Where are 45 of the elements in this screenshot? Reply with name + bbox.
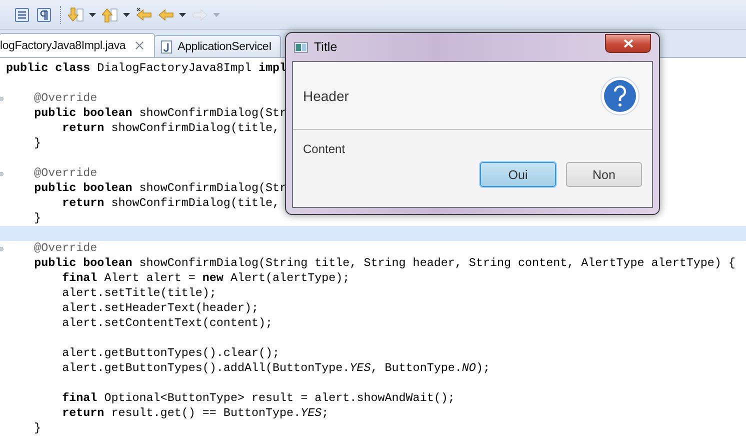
fold-icon[interactable] <box>0 170 5 178</box>
code-line: public class DialogFactoryJava8Impl impl <box>6 61 287 76</box>
code-line: final Alert alert = new Alert(alertType); <box>61 271 350 286</box>
content-text: Content <box>303 142 346 156</box>
left-arrow-icon[interactable] <box>136 6 152 22</box>
code-line: @Override <box>33 166 98 181</box>
code-line: alert.setContentText(content); <box>61 316 273 331</box>
window-icon <box>294 42 308 52</box>
back-arrow-icon[interactable] <box>158 6 174 22</box>
pilcrow-icon[interactable] <box>36 6 52 22</box>
editor-tab[interactable]: logFactoryJava8Impl.java <box>0 33 155 57</box>
code-line: public boolean showConfirmDialog(Str <box>33 181 287 196</box>
editor-tab[interactable]: ApplicationServiceI <box>154 35 281 57</box>
dropdown-caret-icon[interactable] <box>89 12 96 16</box>
fold-icon[interactable] <box>0 244 5 252</box>
code-line: } <box>33 136 42 151</box>
code-line: final Optional<ButtonType> result = alert.showAndWait(); <box>61 391 455 406</box>
fold-icon[interactable] <box>0 94 5 102</box>
code-line: @Override <box>33 241 98 256</box>
java-file-icon <box>160 40 173 54</box>
code-line: alert.getButtonTypes().clear(); <box>61 346 280 361</box>
code-line: alert.getButtonTypes().addAll(ButtonType.YES, ButtonType.NO); <box>61 361 490 376</box>
code-line: return showConfirmDialog(title, <box>61 196 280 211</box>
up-arrow-icon[interactable] <box>102 6 118 22</box>
close-icon[interactable] <box>134 41 144 50</box>
window-title: Title <box>314 40 338 54</box>
dialog-button[interactable]: Non <box>566 162 642 187</box>
down-arrow-icon[interactable] <box>68 6 84 22</box>
dropdown-caret-icon[interactable] <box>123 12 130 16</box>
close-icon <box>622 39 634 48</box>
code-line: return showConfirmDialog(title, <box>61 121 280 136</box>
list-icon[interactable] <box>14 6 30 22</box>
code-line: public boolean showConfirmDialog(String title, String header, String content, AlertType alertType) { <box>33 256 736 271</box>
code-line: alert.setTitle(title); <box>61 286 216 301</box>
code-line: } <box>33 211 42 226</box>
code-line: alert.setHeaderText(header); <box>61 301 258 316</box>
question-icon <box>600 76 640 116</box>
dialog-button[interactable]: Oui <box>480 162 556 187</box>
dropdown-caret-icon[interactable] <box>179 12 186 16</box>
code-line: } <box>33 421 42 436</box>
header-text: Header <box>303 88 349 104</box>
code-line: public boolean showConfirmDialog(Str <box>33 106 287 121</box>
close-button[interactable] <box>605 34 651 53</box>
code-line: return result.get() == ButtonType.YES; <box>61 406 329 421</box>
code-line: @Override <box>33 91 98 106</box>
